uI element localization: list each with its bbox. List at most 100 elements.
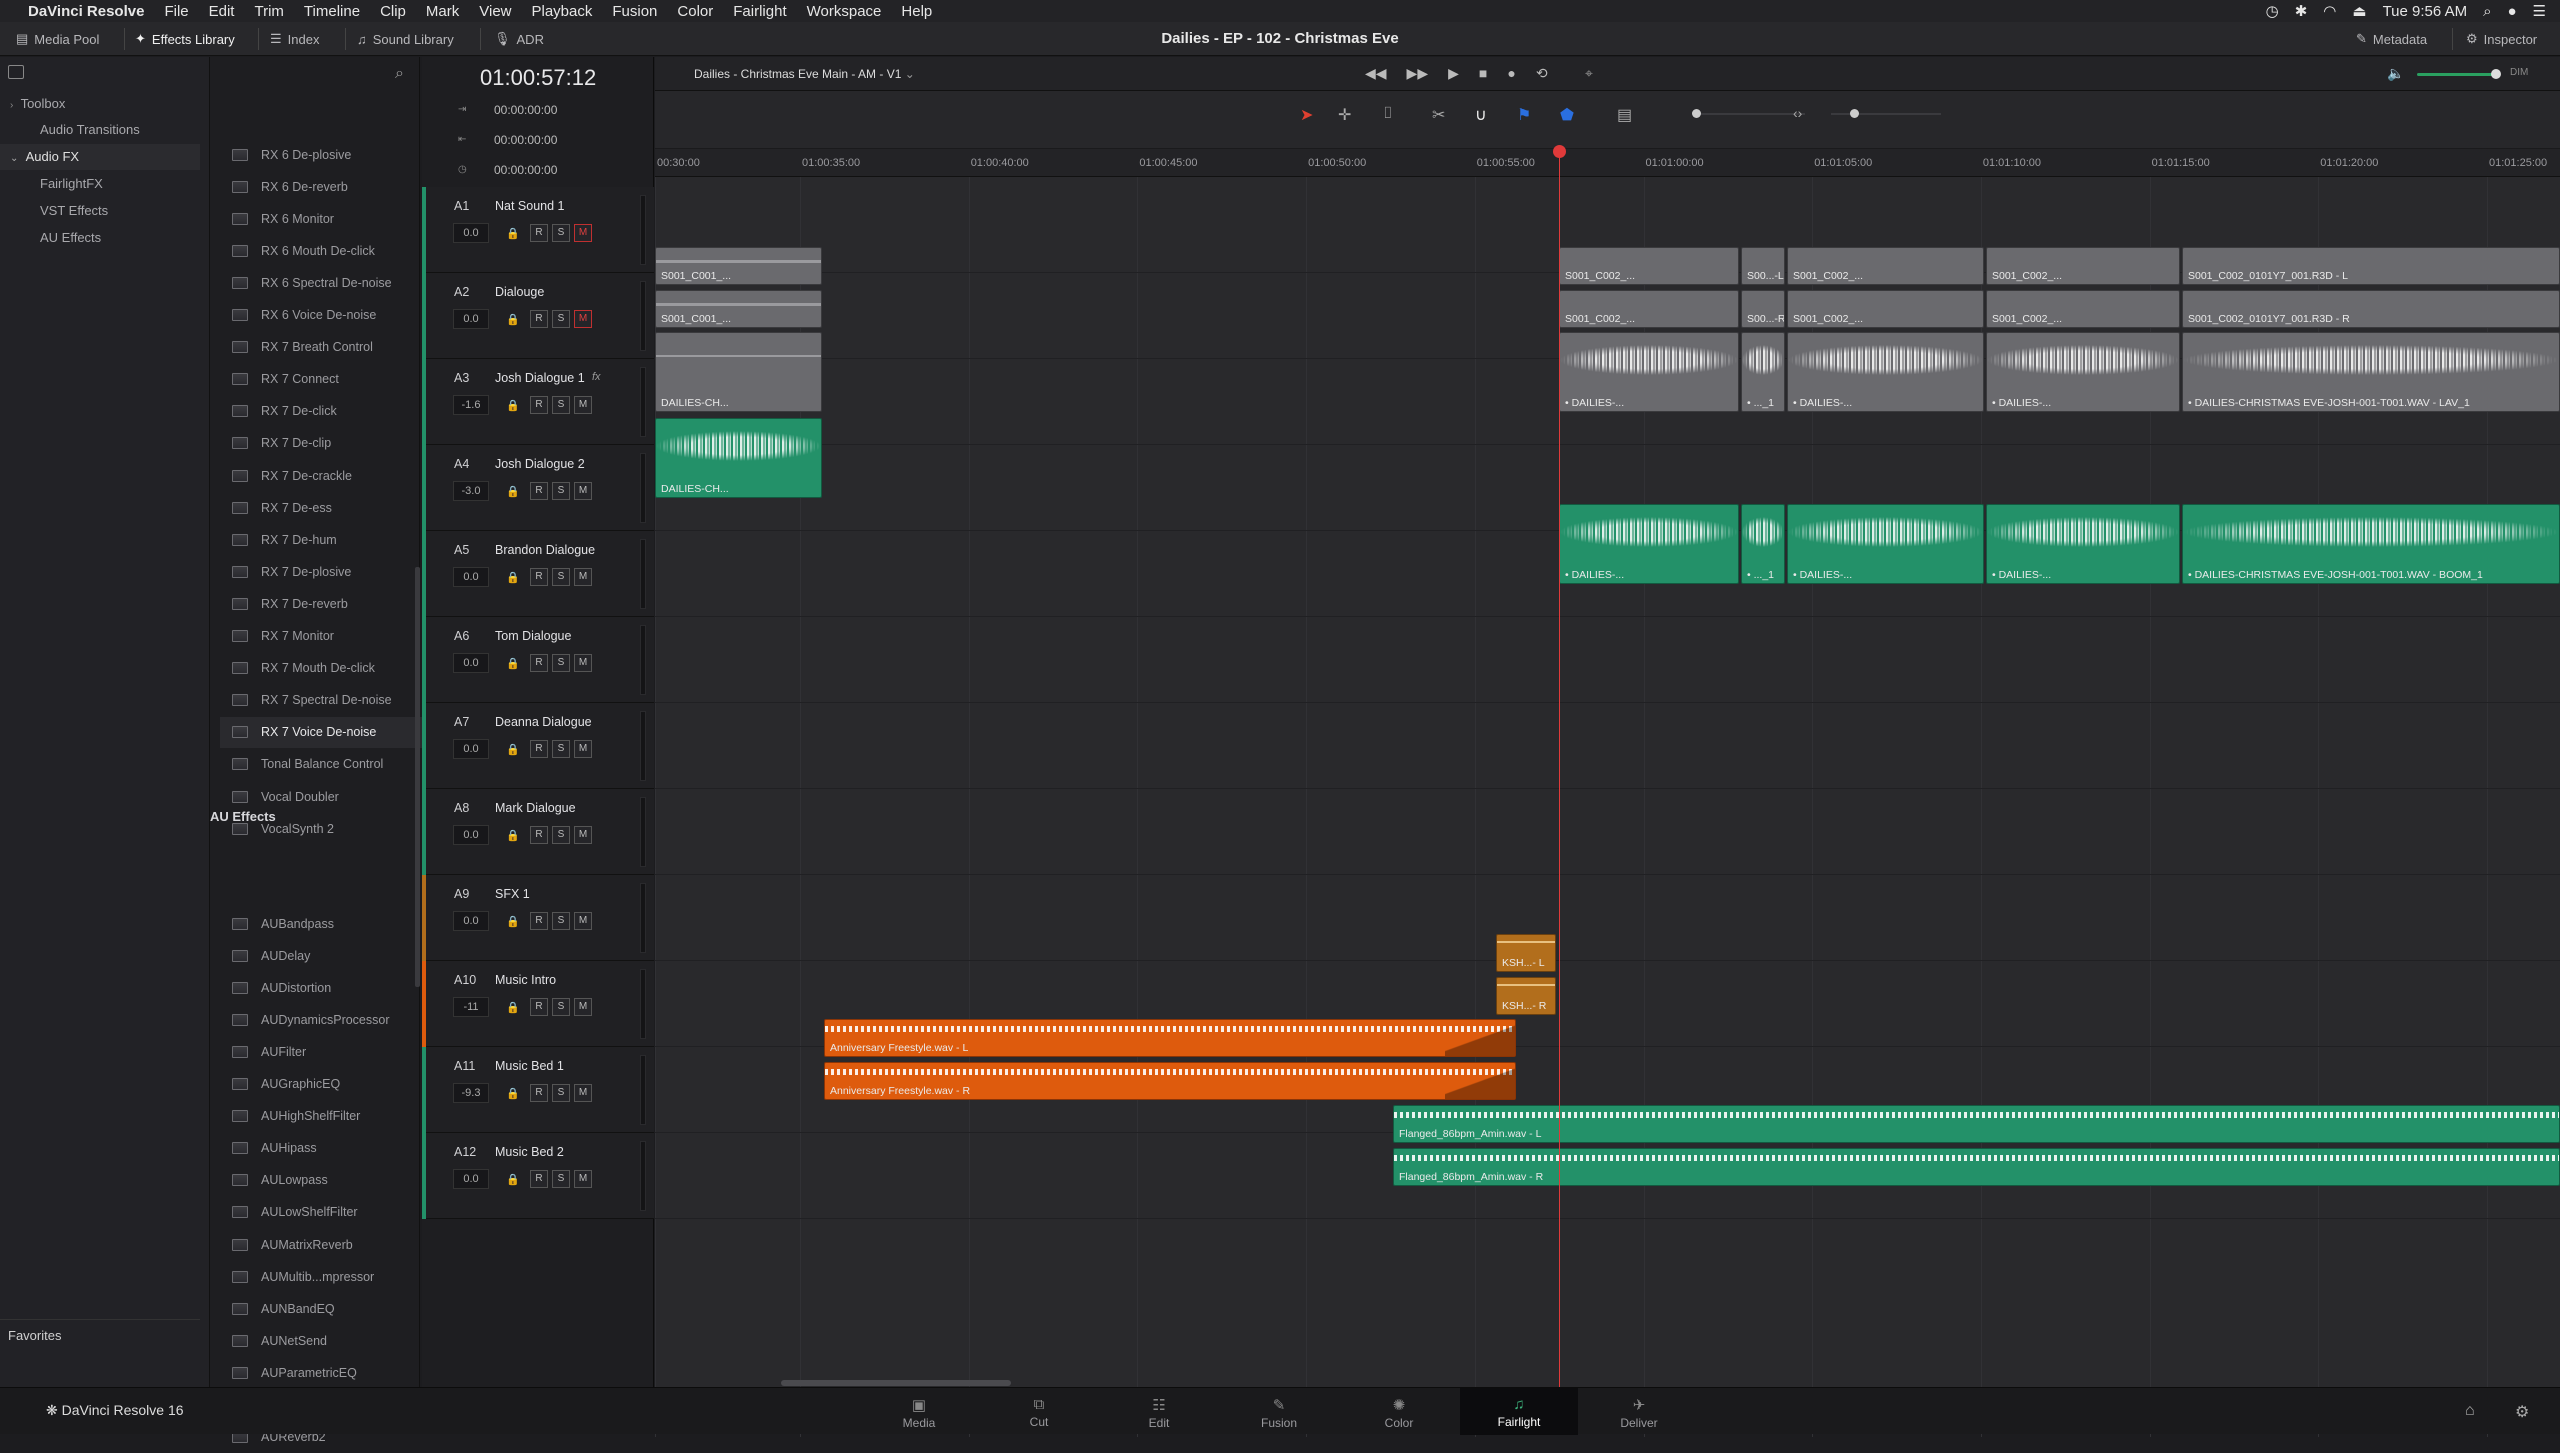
spotlight-icon[interactable]: ⌕ [2483,3,2491,20]
clip-a4-1[interactable]: • DAILIES-... [1559,504,1739,584]
monitor-volume-slider[interactable] [2417,73,2497,76]
scrollbar[interactable] [415,567,420,987]
record-arm-button[interactable]: R [530,998,548,1016]
mute-button[interactable]: M [574,310,592,328]
solo-button[interactable]: S [552,1170,570,1188]
record-arm-button[interactable]: R [530,912,548,930]
mute-button[interactable]: M [574,654,592,672]
lock-icon[interactable]: 🔒 [506,1173,520,1186]
flag-icon[interactable]: ⚑ [1517,105,1531,125]
track-header[interactable]: A11 Music Bed 1 -9.3 🔒 R S M [422,1047,654,1133]
solo-button[interactable]: S [552,568,570,586]
page-deliver[interactable]: ✈ Deliver [1580,1388,1698,1435]
lock-icon[interactable]: 🔒 [506,485,520,498]
media-pool-button[interactable]: ▤ Media Pool [16,22,99,56]
clip-a2-left[interactable]: DAILIES-CH... [655,332,822,412]
record-arm-button[interactable]: R [530,224,548,242]
track-header[interactable]: A10 Music Intro -11 🔒 R S M [422,961,654,1047]
trim-tool-icon[interactable]: ⌷ [1383,105,1393,123]
clip-a1-c3[interactable]: S001_C002_... [1787,290,1984,328]
main-timecode[interactable]: 01:00:57:12 [480,65,596,91]
track-name[interactable]: Mark Dialogue [495,801,576,815]
lock-icon[interactable]: 🔒 [506,915,520,928]
track-header[interactable]: A3 Josh Dialogue 1 fx -1.6 🔒 R S M [422,359,654,445]
track-name[interactable]: Nat Sound 1 [495,199,565,213]
clip-a1-b5[interactable]: S001_C002_0101Y7_001.R3D - L [2182,247,2560,285]
clip-bed-l[interactable]: Flanged_86bpm_Amin.wav - L [1393,1105,2560,1143]
lock-icon[interactable]: 🔒 [506,227,520,240]
menu-trim[interactable]: Trim [244,3,293,20]
track-volume[interactable]: 0.0 [453,1169,489,1189]
solo-button[interactable]: S [552,482,570,500]
marker-icon[interactable]: ⬟ [1560,105,1574,125]
track-name[interactable]: Josh Dialogue 2 [495,457,585,471]
menu-workspace[interactable]: Workspace [797,3,892,20]
menu-mark[interactable]: Mark [416,3,469,20]
menu-file[interactable]: File [154,3,198,20]
track-name[interactable]: Music Intro [495,973,556,987]
menu-view[interactable]: View [469,3,521,20]
track-volume[interactable]: 0.0 [453,911,489,931]
track-volume[interactable]: -3.0 [453,481,489,501]
volume-slider-handle[interactable] [2491,69,2501,79]
fast-forward-icon[interactable]: ▶▶ [1407,65,1429,82]
solo-button[interactable]: S [552,826,570,844]
track-name[interactable]: Deanna Dialogue [495,715,592,729]
view-options-icon[interactable]: ▤ [1617,105,1632,125]
solo-button[interactable]: S [552,310,570,328]
track-name[interactable]: Dialouge [495,285,544,299]
track-header[interactable]: A4 Josh Dialogue 2 -3.0 🔒 R S M [422,445,654,531]
solo-button[interactable]: S [552,998,570,1016]
playhead[interactable] [1559,148,1560,1388]
speaker-icon[interactable]: 🔈 [2387,65,2404,82]
wifi-icon[interactable]: ◠ [2323,2,2336,20]
solo-button[interactable]: S [552,224,570,242]
lock-icon[interactable]: 🔒 [506,1087,520,1100]
record-arm-button[interactable]: R [530,310,548,328]
zoom-handle[interactable] [1692,109,1701,118]
duration-timecode[interactable]: 00:00:00:00 [494,163,557,177]
track-header[interactable]: A1 Nat Sound 1 0.0 🔒 R S M [422,187,654,273]
track-volume[interactable]: -9.3 [453,1083,489,1103]
adr-button[interactable]: 🎙 ADR [494,22,544,56]
clock[interactable]: Tue 9:56 AM [2383,3,2468,20]
mute-button[interactable]: M [574,826,592,844]
track-volume[interactable]: 0.0 [453,223,489,243]
clip-a1-b2[interactable]: S00...-L [1741,247,1785,285]
snap-icon[interactable]: ∪ [1475,105,1487,125]
in-timecode[interactable]: 00:00:00:00 [494,103,557,117]
track-lane[interactable] [655,789,2560,875]
tree-toolbox[interactable]: › Toolbox [0,91,200,117]
record-icon[interactable]: ● [1507,65,1515,82]
fade-out-handle[interactable] [1445,1063,1515,1099]
solo-button[interactable]: S [552,912,570,930]
play-icon[interactable]: ▶ [1448,65,1459,82]
clip-a1-c1[interactable]: S001_C002_... [1559,290,1739,328]
favorites-header[interactable]: Favorites [0,1323,200,1349]
page-fairlight[interactable]: ♫ Fairlight [1460,1388,1578,1435]
effects-library-button[interactable]: ✦ Effects Library [135,22,235,56]
track-header[interactable]: A8 Mark Dialogue 0.0 🔒 R S M [422,789,654,875]
page-media[interactable]: ▣ Media [860,1388,978,1435]
siri-icon[interactable]: ● [2507,3,2516,20]
solo-button[interactable]: S [552,396,570,414]
menu-timeline[interactable]: Timeline [294,3,370,20]
clip-a2-4[interactable]: • DAILIES-... [1986,332,2180,412]
record-arm-button[interactable]: R [530,1084,548,1102]
clip-sfx-l[interactable]: KSH...- L [1496,934,1556,972]
lock-icon[interactable]: 🔒 [506,313,520,326]
clip-a4-2[interactable]: • ..._1 [1741,504,1785,584]
lock-icon[interactable]: 🔒 [506,657,520,670]
track-header[interactable]: A12 Music Bed 2 0.0 🔒 R S M [422,1133,654,1219]
record-arm-button[interactable]: R [530,396,548,414]
record-arm-button[interactable]: R [530,482,548,500]
track-name[interactable]: Music Bed 1 [495,1059,564,1073]
track-header[interactable]: A9 SFX 1 0.0 🔒 R S M [422,875,654,961]
automation-icon[interactable]: ⌖ [1585,65,1593,82]
clip-a1-c5[interactable]: S001_C002_0101Y7_001.R3D - R [2182,290,2560,328]
track-lane[interactable] [655,617,2560,703]
tree-audio-fx[interactable]: ⌄ Audio FX [0,144,200,170]
app-name-menu[interactable]: DaVinci Resolve [20,3,154,20]
menu-help[interactable]: Help [891,3,942,20]
fade-out-handle[interactable] [1445,1020,1515,1056]
